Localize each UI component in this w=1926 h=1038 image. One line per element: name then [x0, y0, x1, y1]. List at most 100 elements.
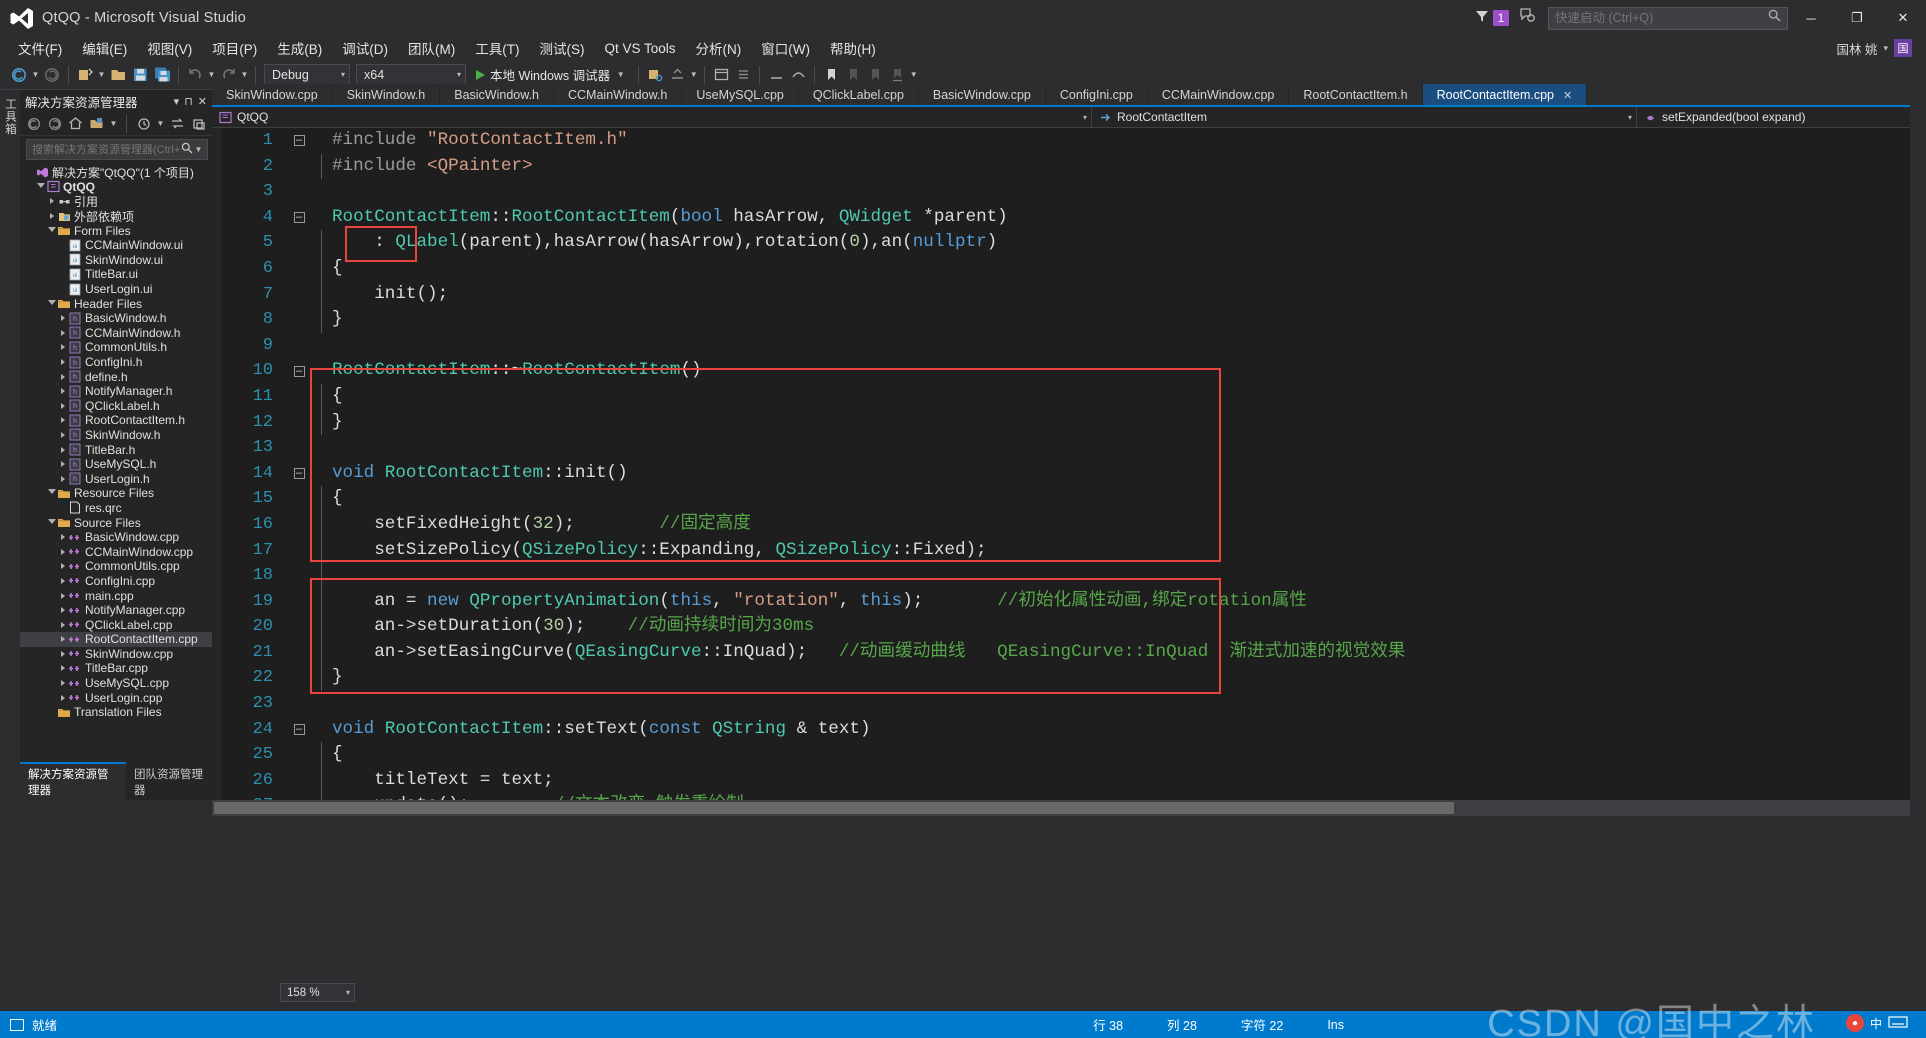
code-line[interactable]: 10 – RootContactItem::~RootContactItem(): [222, 358, 1926, 384]
chevron-down-icon[interactable]: ▾: [447, 70, 461, 79]
tree-item[interactable]: Resource Files: [20, 486, 212, 501]
chevron-down-icon[interactable]: ▾: [1883, 43, 1888, 54]
chevron-right-icon[interactable]: [57, 359, 68, 366]
chevron-right-icon[interactable]: [57, 548, 68, 555]
fold-collapse-icon[interactable]: –: [288, 468, 310, 480]
code-line[interactable]: 12}: [222, 409, 1926, 436]
quick-launch-input[interactable]: [1555, 11, 1768, 25]
tree-item[interactable]: h UserLogin.h: [20, 471, 212, 486]
close-icon[interactable]: ✕: [198, 95, 207, 108]
chevron-down-icon[interactable]: ▾: [346, 988, 350, 997]
tree-item[interactable]: CommonUtils.cpp: [20, 559, 212, 574]
dropdown-caret-icon[interactable]: ▼: [108, 119, 119, 128]
collapse-caret-icon[interactable]: ▼: [688, 70, 699, 79]
chevron-right-icon[interactable]: [57, 607, 68, 614]
chevron-down-icon[interactable]: ▾: [174, 95, 180, 108]
chevron-right-icon[interactable]: [57, 431, 68, 438]
code-line[interactable]: 11 {: [222, 383, 1926, 410]
step-over-icon[interactable]: [787, 64, 809, 86]
mic-icon[interactable]: ●: [1845, 1014, 1864, 1032]
close-button[interactable]: ✕: [1880, 0, 1926, 36]
avatar[interactable]: 国: [1894, 39, 1912, 57]
menu-item-1[interactable]: 编辑(E): [72, 36, 137, 60]
chevron-right-icon[interactable]: [57, 461, 68, 468]
code-line[interactable]: 13: [222, 435, 1926, 461]
code-line[interactable]: 20 an->setDuration(30); //动画持续时间为30ms: [222, 614, 1926, 640]
search-icon[interactable]: [181, 141, 193, 159]
menu-item-7[interactable]: 工具(T): [465, 36, 529, 60]
previous-bookmark-icon[interactable]: [842, 64, 864, 86]
chevron-right-icon[interactable]: [57, 344, 68, 351]
tree-item[interactable]: ConfigIni.cpp: [20, 574, 212, 589]
chevron-right-icon[interactable]: [57, 577, 68, 584]
chevron-down-icon[interactable]: [46, 518, 57, 527]
show-all-files-icon[interactable]: [87, 114, 106, 133]
code-line[interactable]: 26 titleText = text;: [222, 767, 1926, 794]
search-icon[interactable]: [1768, 9, 1781, 27]
solution-tree[interactable]: 解决方案"QtQQ"(1 个项目) QtQQ 引用 外部依赖项 Form Files ui…: [20, 163, 212, 780]
code-editor[interactable]: 1 – #include "RootContactItem.h" 2 #include …: [212, 128, 1926, 800]
tree-item[interactable]: Translation Files: [20, 705, 212, 720]
chevron-right-icon[interactable]: [57, 636, 68, 643]
account-name[interactable]: 国林 姚: [1836, 39, 1877, 58]
chevron-down-icon[interactable]: [46, 299, 57, 308]
solution-explorer-tab-1[interactable]: 团队资源管理器: [126, 762, 212, 800]
code-line[interactable]: 16 setFixedHeight(32); //固定高度: [222, 511, 1926, 538]
chevron-right-icon[interactable]: [46, 198, 57, 205]
ime-language-label[interactable]: 中: [1870, 1015, 1882, 1032]
chevron-right-icon[interactable]: [57, 665, 68, 672]
editor-tab-strip[interactable]: SkinWindow.cpp SkinWindow.h BasicWindow.h C…: [212, 84, 1926, 106]
tree-item[interactable]: 解决方案"QtQQ"(1 个项目): [20, 165, 212, 180]
menu-item-6[interactable]: 团队(M): [398, 36, 465, 60]
chevron-down-icon[interactable]: [35, 182, 46, 191]
code-line[interactable]: 25 {: [222, 742, 1926, 768]
fold-collapse-icon[interactable]: –: [288, 212, 310, 224]
menu-item-12[interactable]: 帮助(H): [820, 36, 886, 60]
chevron-right-icon[interactable]: [57, 373, 68, 380]
menu-item-8[interactable]: 测试(S): [530, 36, 595, 60]
code-line[interactable]: 15 {: [222, 486, 1926, 512]
code-line[interactable]: 3: [222, 179, 1926, 205]
sync-icon[interactable]: [168, 114, 187, 133]
tree-item[interactable]: 引用: [20, 194, 212, 209]
menu-item-0[interactable]: 文件(F): [8, 36, 72, 60]
tree-item[interactable]: h UseMySQL.h: [20, 457, 212, 472]
chevron-down-icon[interactable]: ▾: [1073, 113, 1087, 122]
zoom-combo[interactable]: 158 % ▾: [280, 983, 355, 1002]
tree-item[interactable]: UserLogin.cpp: [20, 690, 212, 705]
editor-tab-0[interactable]: SkinWindow.cpp: [212, 84, 333, 106]
menu-item-2[interactable]: 视图(V): [137, 36, 202, 60]
window-layout-icon[interactable]: [710, 64, 732, 86]
redo-caret-icon[interactable]: ▼: [239, 70, 250, 79]
tree-item[interactable]: QClickLabel.cpp: [20, 617, 212, 632]
tree-item[interactable]: NotifyManager.cpp: [20, 603, 212, 618]
list-icon[interactable]: [732, 64, 754, 86]
save-icon[interactable]: [129, 64, 151, 86]
editor-tab-2[interactable]: BasicWindow.h: [440, 84, 554, 106]
tree-item[interactable]: RootContactItem.cpp: [20, 632, 212, 647]
chevron-down-icon[interactable]: [46, 226, 57, 235]
menu-item-9[interactable]: Qt VS Tools: [595, 39, 686, 58]
tree-item[interactable]: h QClickLabel.h: [20, 399, 212, 414]
editor-tab-4[interactable]: UseMySQL.cpp: [682, 84, 799, 106]
navigate-back-icon[interactable]: [8, 64, 30, 86]
chevron-right-icon[interactable]: [57, 475, 68, 482]
quick-launch-box[interactable]: [1548, 6, 1788, 30]
chevron-right-icon[interactable]: [57, 592, 68, 599]
chevron-right-icon[interactable]: [46, 213, 57, 220]
search-options-caret-icon[interactable]: ▼: [193, 145, 204, 154]
account-group[interactable]: 国林 姚 ▾ 国: [1836, 36, 1912, 60]
bookmarks-caret-icon[interactable]: ▼: [908, 70, 919, 79]
tree-item[interactable]: h RootContactItem.h: [20, 413, 212, 428]
tree-item[interactable]: CCMainWindow.cpp: [20, 544, 212, 559]
feedback-smiley-icon[interactable]: [1519, 7, 1536, 29]
chevron-right-icon[interactable]: [57, 694, 68, 701]
properties-icon[interactable]: [189, 114, 208, 133]
chevron-right-icon[interactable]: [57, 563, 68, 570]
tree-item[interactable]: h SkinWindow.h: [20, 428, 212, 443]
chevron-right-icon[interactable]: [57, 402, 68, 409]
clear-bookmarks-icon[interactable]: [886, 64, 908, 86]
toolbox-tab-strip[interactable]: 工具箱: [0, 90, 20, 800]
code-line[interactable]: 19 an = new QPropertyAnimation(this, "ro…: [222, 588, 1926, 615]
restore-button[interactable]: ❐: [1834, 0, 1880, 36]
